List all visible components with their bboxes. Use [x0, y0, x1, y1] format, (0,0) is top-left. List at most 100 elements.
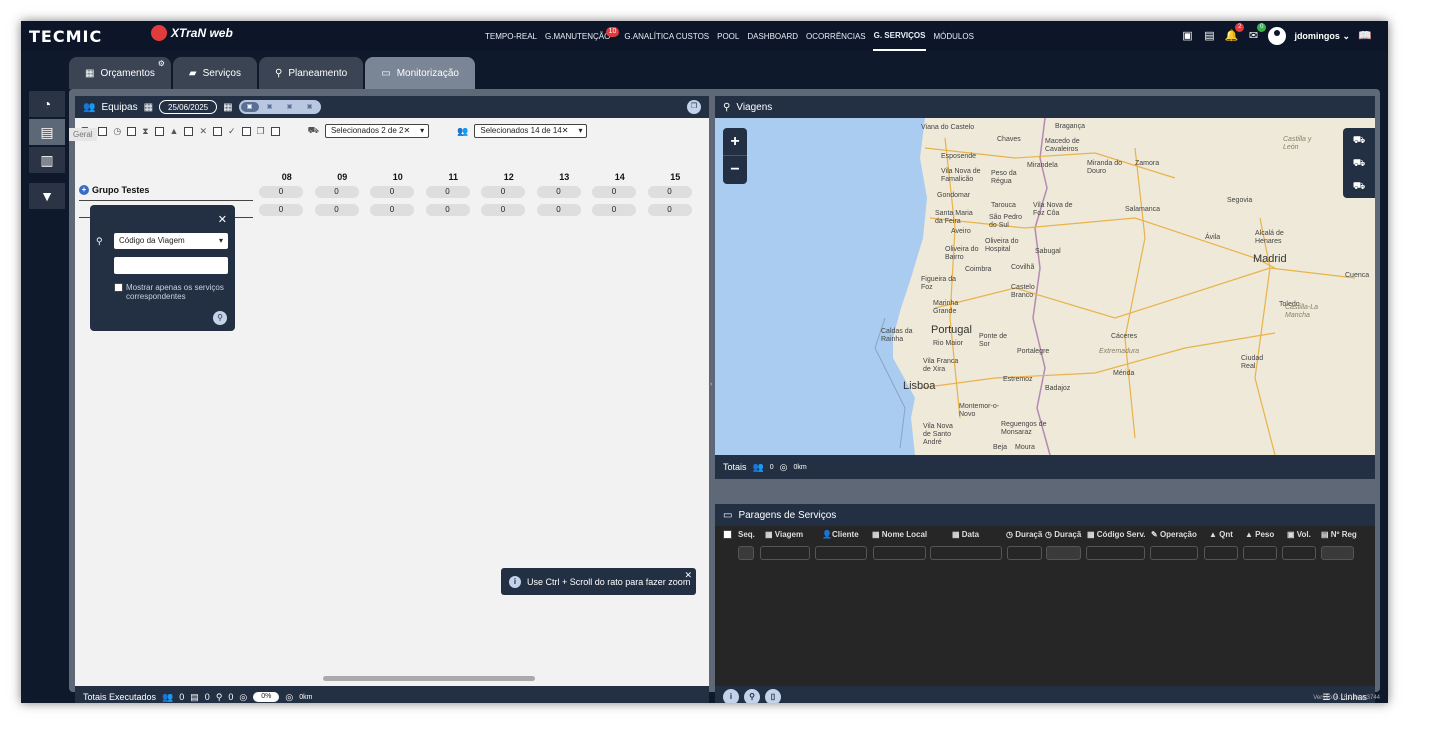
info-icon[interactable]: i	[723, 689, 739, 703]
search-input[interactable]	[114, 257, 228, 274]
horizontal-scrollbar[interactable]	[89, 676, 705, 681]
search-field-select[interactable]: Código da Viagem	[114, 233, 228, 249]
nav-ocorrencias[interactable]: OCORRÊNCIAS	[805, 21, 867, 51]
cell: 0	[481, 186, 525, 198]
col-peso[interactable]: ▲ Peso	[1245, 530, 1287, 539]
group-row-values: 0 0 0 0 0 0 0 0	[259, 186, 692, 198]
filter-n-reg[interactable]	[1321, 546, 1354, 560]
app-window: TECMIC XTraN web TEMPO-REAL G.MANUTENÇÃO…	[21, 21, 1388, 703]
nav-pool[interactable]: POOL	[716, 21, 740, 51]
filter-checkbox-6[interactable]	[241, 126, 251, 136]
truck-settings-icon[interactable]: ⛟	[1343, 154, 1375, 174]
col-nome-local[interactable]: ▦ Nome Local	[872, 530, 952, 539]
col-codigo-serv[interactable]: ▦ Código Serv.	[1087, 530, 1151, 539]
filter-checkbox-3[interactable]	[154, 126, 164, 136]
filter-peso[interactable]	[1243, 546, 1277, 560]
filter-seq[interactable]	[738, 546, 754, 560]
select-all-checkbox[interactable]	[723, 530, 732, 539]
expand-icon[interactable]: +	[79, 185, 89, 195]
col-duracao-2[interactable]: ◷ Duraçã	[1045, 530, 1087, 539]
nav-g-manutencao[interactable]: G.MANUTENÇÃO 10	[544, 21, 620, 51]
filter-viagem[interactable]	[760, 546, 810, 560]
tab-servicos[interactable]: ▰ Serviços	[172, 57, 257, 89]
filter-cliente[interactable]	[815, 546, 867, 560]
map[interactable]: Viana do Castelo Bragança Chaves Macedo …	[715, 118, 1375, 455]
tab-planeamento[interactable]: ⚲ Planeamento	[258, 57, 364, 89]
group-row-title[interactable]: + Grupo Testes	[79, 185, 149, 195]
mail-icon[interactable]: ✉ 0	[1246, 23, 1267, 43]
username-menu[interactable]: jdomingos ⌄	[1294, 31, 1350, 42]
copy-icon[interactable]: ❐	[687, 100, 701, 114]
col-data[interactable]: ▦ Data	[952, 530, 1006, 539]
filter-checkbox-5[interactable]	[212, 126, 222, 136]
sidebar-servers[interactable]: ▤	[29, 119, 65, 145]
filter-checkbox-2[interactable]	[127, 126, 137, 136]
panel-splitter[interactable]: ›	[710, 381, 714, 401]
col-viagem[interactable]: ▦ Viagem	[765, 530, 822, 539]
col-qnt[interactable]: ▲ Qnt	[1209, 530, 1245, 539]
col-cliente[interactable]: 👤Cliente	[822, 530, 872, 539]
avatar[interactable]	[1268, 27, 1287, 45]
view-list[interactable]: ▣	[301, 102, 319, 112]
col-vol[interactable]: ▣ Vol.	[1287, 530, 1321, 539]
viagens-panel: ⚲ Viagens Viana do Castelo Bragança Chav…	[715, 96, 1375, 703]
truck-icon[interactable]: ⛟	[1343, 131, 1375, 151]
bell-icon[interactable]: 🔔 2	[1224, 23, 1245, 43]
gear-icon[interactable]: ⚙	[158, 59, 165, 68]
col-seq[interactable]: Seq.	[738, 530, 765, 539]
close-icon[interactable]: ✕	[218, 213, 227, 226]
zoom-out-button[interactable]: −	[723, 156, 747, 184]
mobile-icon[interactable]: ▯	[765, 689, 781, 703]
calendar-clock-icon[interactable]: ▦	[223, 102, 232, 113]
report-icon[interactable]: ▣	[1180, 29, 1194, 43]
filter-data[interactable]	[930, 546, 1002, 560]
filter-qnt[interactable]	[1204, 546, 1238, 560]
only-matching-option[interactable]: Mostrar apenas os serviços correspondent…	[114, 283, 228, 301]
tab-orcamentos[interactable]: ▦ Orçamentos ⚙	[69, 57, 171, 89]
vehicles-select[interactable]: Selecionados 2 de 2✕	[324, 124, 430, 138]
filter-vol[interactable]	[1282, 546, 1316, 560]
manutencao-badge: 10	[605, 27, 620, 37]
view-month[interactable]: ▣	[281, 102, 299, 112]
filter-duracao-1[interactable]	[1007, 546, 1042, 560]
view-day[interactable]: ▣	[240, 102, 259, 112]
filter-operacao[interactable]	[1150, 546, 1198, 560]
nav-tempo-real[interactable]: TEMPO-REAL	[484, 21, 538, 51]
nav-g-servicos[interactable]: G. SERVIÇOS	[872, 21, 927, 51]
filter-codigo-serv[interactable]	[1086, 546, 1145, 560]
view-week[interactable]: ▣	[261, 102, 279, 112]
map-city: Santa Maria da Feira	[935, 210, 973, 225]
totals-label: Totais	[723, 462, 747, 472]
nav-g-analitica-custos[interactable]: G.ANALÍTICA CUSTOS	[623, 21, 710, 51]
col-duracao-1[interactable]: ◷ Duraçã	[1006, 530, 1045, 539]
tab-monitorizacao[interactable]: ▭ Monitorização	[365, 57, 475, 89]
book-icon[interactable]: 📖	[1358, 29, 1372, 43]
view-toggle: ▣ ▣ ▣ ▣	[238, 100, 321, 114]
filter-nome-local[interactable]	[873, 546, 926, 560]
sidebar-pie-chart[interactable]: ◔	[29, 91, 65, 117]
calendar-icon[interactable]: ▦	[144, 102, 153, 113]
scrollbar-thumb[interactable]	[323, 676, 535, 681]
people-select[interactable]: Selecionados 14 de 14✕	[474, 124, 588, 138]
briefcase-icon: ▰	[188, 67, 197, 79]
map-city: Covilhã	[1011, 264, 1035, 271]
filter-duracao-2[interactable]	[1046, 546, 1081, 560]
document-icon[interactable]: ▤	[1202, 29, 1216, 43]
nav-modulos[interactable]: MÓDULOS	[932, 21, 974, 51]
filter-checkbox-4[interactable]	[184, 126, 194, 136]
only-matching-checkbox[interactable]	[114, 283, 123, 292]
search-icon[interactable]: ⚲	[213, 311, 227, 325]
filter-checkbox-1[interactable]	[98, 126, 108, 136]
date-input[interactable]: 25/06/2025	[159, 100, 218, 114]
col-operacao[interactable]: ✎ Operação	[1151, 530, 1209, 539]
zoom-in-button[interactable]: +	[723, 128, 747, 156]
col-n-reg[interactable]: ▤ Nº Reg	[1321, 530, 1361, 539]
filter-checkbox-7[interactable]	[270, 126, 280, 136]
server-icon: ▤	[40, 123, 54, 140]
truck-multi-icon[interactable]: ⛟	[1343, 177, 1375, 197]
close-icon[interactable]: ✕	[684, 570, 692, 581]
sidebar-filter[interactable]: ▼	[29, 183, 65, 209]
nav-dashboard[interactable]: DASHBOARD	[746, 21, 799, 51]
sidebar-report[interactable]: ▥	[29, 147, 65, 173]
route-icon[interactable]: ⚲	[744, 689, 760, 703]
